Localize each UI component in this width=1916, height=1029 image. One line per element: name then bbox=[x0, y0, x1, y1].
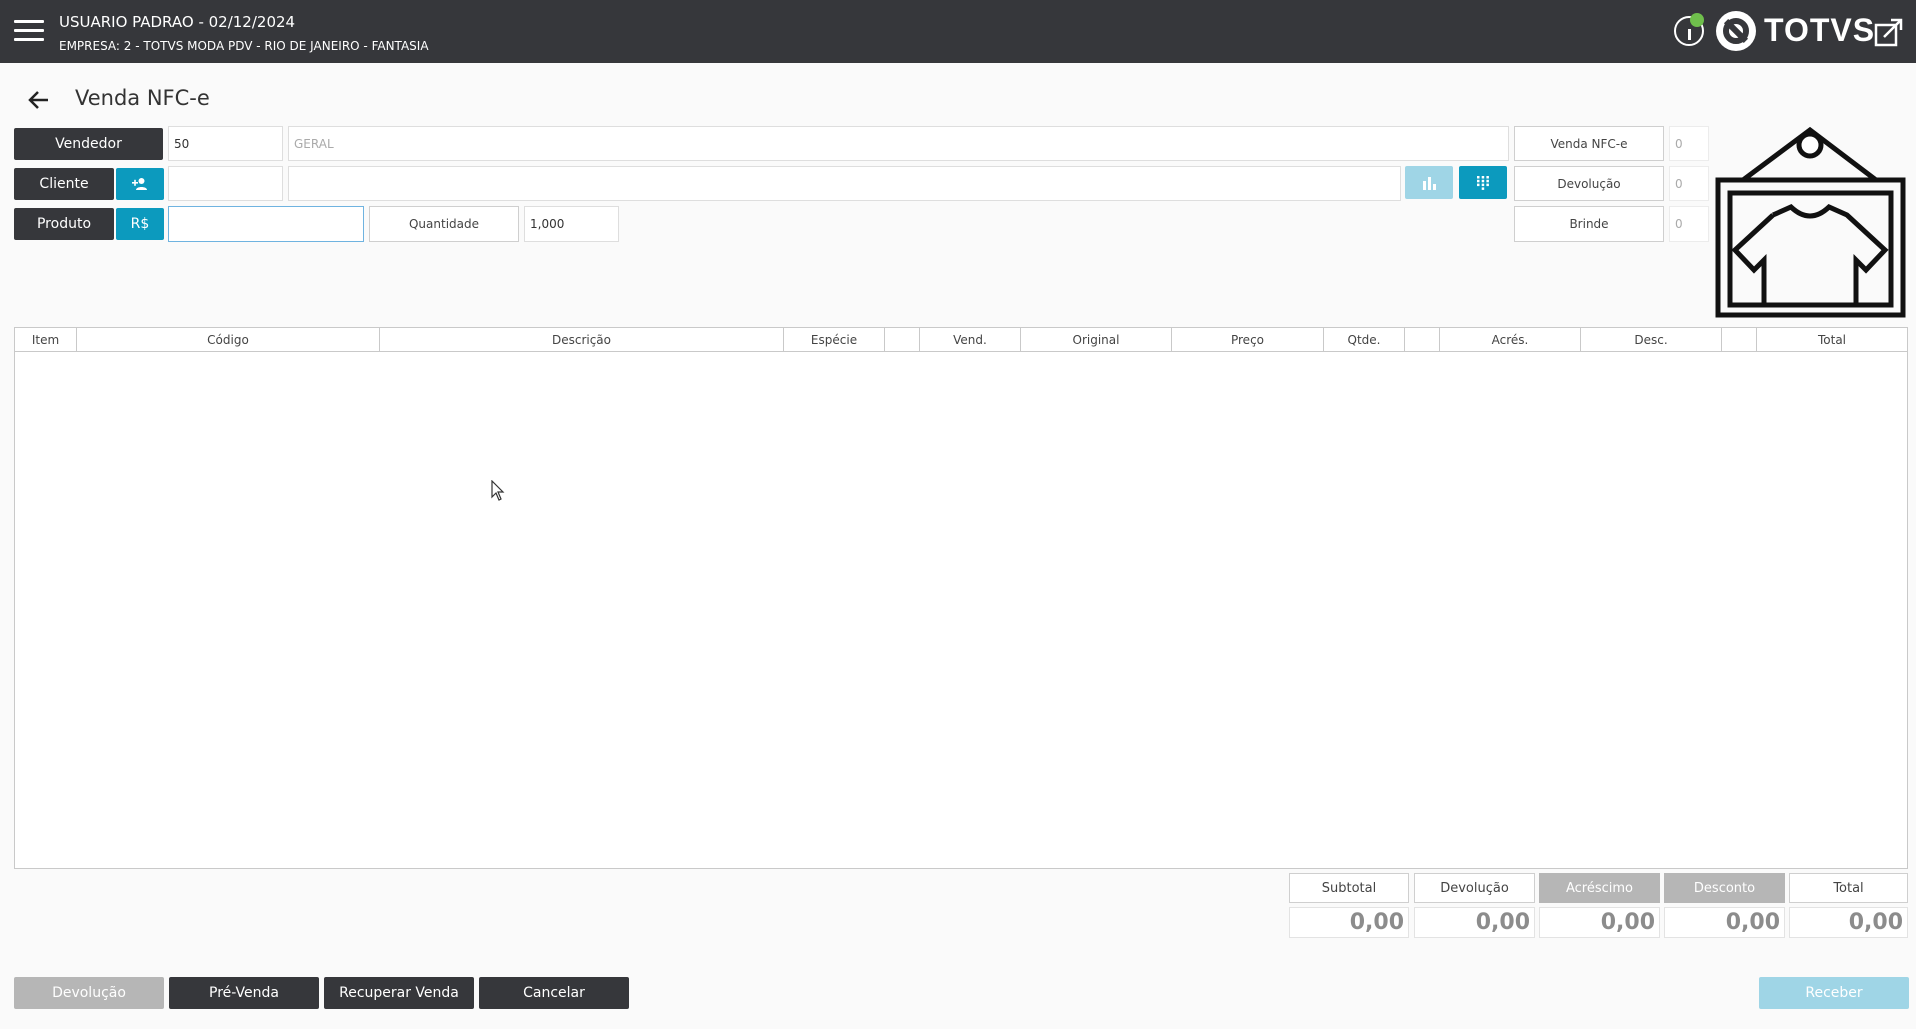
quantidade-field[interactable]: 1,000 bbox=[524, 206, 619, 242]
acrescimo-button[interactable]: Acréscimo bbox=[1539, 873, 1660, 903]
user-line: USUARIO PADRAO - 02/12/2024 bbox=[59, 13, 296, 31]
col-preco[interactable]: Preço bbox=[1172, 328, 1324, 351]
col-blank-2[interactable] bbox=[1405, 328, 1440, 351]
acrescimo-value: 0,00 bbox=[1539, 907, 1660, 938]
vendedor-name-field: GERAL bbox=[288, 126, 1509, 161]
page-title: Venda NFC-e bbox=[75, 86, 210, 110]
cliente-name-field bbox=[288, 166, 1401, 201]
back-arrow-icon[interactable] bbox=[26, 87, 52, 113]
counter-brinde-label: Brinde bbox=[1514, 206, 1664, 242]
add-person-icon[interactable] bbox=[116, 168, 164, 200]
col-original[interactable]: Original bbox=[1021, 328, 1172, 351]
cliente-code-field[interactable] bbox=[168, 166, 283, 201]
col-blank-1[interactable] bbox=[885, 328, 920, 351]
col-vend[interactable]: Vend. bbox=[920, 328, 1021, 351]
col-desc[interactable]: Desc. bbox=[1581, 328, 1722, 351]
company-line: EMPRESA: 2 - TOTVS MODA PDV - RIO DE JAN… bbox=[59, 39, 429, 53]
col-blank-3[interactable] bbox=[1722, 328, 1757, 351]
mouse-cursor-icon bbox=[491, 479, 505, 502]
counter-devolucao-label: Devolução bbox=[1514, 166, 1664, 201]
col-acres[interactable]: Acrés. bbox=[1440, 328, 1581, 351]
receber-button[interactable]: Receber bbox=[1759, 977, 1909, 1009]
menu-icon[interactable] bbox=[14, 20, 44, 42]
devolucao-total-value: 0,00 bbox=[1414, 907, 1535, 938]
devolucao-button[interactable]: Devolução bbox=[14, 977, 164, 1009]
counter-venda-label: Venda NFC-e bbox=[1514, 126, 1664, 161]
col-especie[interactable]: Espécie bbox=[784, 328, 885, 351]
col-descricao[interactable]: Descrição bbox=[380, 328, 784, 351]
col-item[interactable]: Item bbox=[15, 328, 77, 351]
produto-button[interactable]: Produto bbox=[14, 208, 114, 240]
desconto-value: 0,00 bbox=[1664, 907, 1785, 938]
expand-icon[interactable] bbox=[1874, 17, 1904, 47]
subtotal-value: 0,00 bbox=[1289, 907, 1409, 938]
subtotal-label: Subtotal bbox=[1289, 873, 1409, 903]
cliente-button[interactable]: Cliente bbox=[14, 168, 114, 200]
chart-icon bbox=[1405, 166, 1453, 199]
devolucao-total-label: Devolução bbox=[1414, 873, 1535, 903]
top-bar bbox=[0, 0, 1916, 63]
quantidade-label: Quantidade bbox=[369, 206, 519, 242]
desconto-button[interactable]: Desconto bbox=[1664, 873, 1785, 903]
vendedor-button[interactable]: Vendedor bbox=[14, 128, 163, 160]
items-table[interactable]: Item Código Descrição Espécie Vend. Orig… bbox=[14, 327, 1908, 869]
produto-code-input[interactable] bbox=[168, 206, 364, 242]
shirt-tag-icon bbox=[1713, 125, 1908, 320]
total-value: 0,00 bbox=[1789, 907, 1908, 938]
total-label: Total bbox=[1789, 873, 1908, 903]
recuperar-venda-button[interactable]: Recuperar Venda bbox=[324, 977, 474, 1009]
brand-name: TOTVS bbox=[1764, 12, 1876, 48]
vendedor-code-field[interactable]: 50 bbox=[168, 126, 283, 161]
status-indicator bbox=[1690, 13, 1704, 27]
col-total[interactable]: Total bbox=[1757, 328, 1907, 351]
col-qtde[interactable]: Qtde. bbox=[1324, 328, 1405, 351]
counter-brinde-value: 0 bbox=[1669, 206, 1709, 242]
pre-venda-button[interactable]: Pré-Venda bbox=[169, 977, 319, 1009]
keypad-icon[interactable] bbox=[1459, 166, 1507, 199]
totvs-logo-icon bbox=[1716, 11, 1756, 51]
counter-devolucao-value: 0 bbox=[1669, 166, 1709, 201]
price-lookup-button[interactable]: R$ bbox=[116, 208, 164, 240]
counter-venda-value: 0 bbox=[1669, 126, 1709, 161]
cancelar-button[interactable]: Cancelar bbox=[479, 977, 629, 1009]
table-header: Item Código Descrição Espécie Vend. Orig… bbox=[15, 328, 1907, 352]
col-codigo[interactable]: Código bbox=[77, 328, 380, 351]
